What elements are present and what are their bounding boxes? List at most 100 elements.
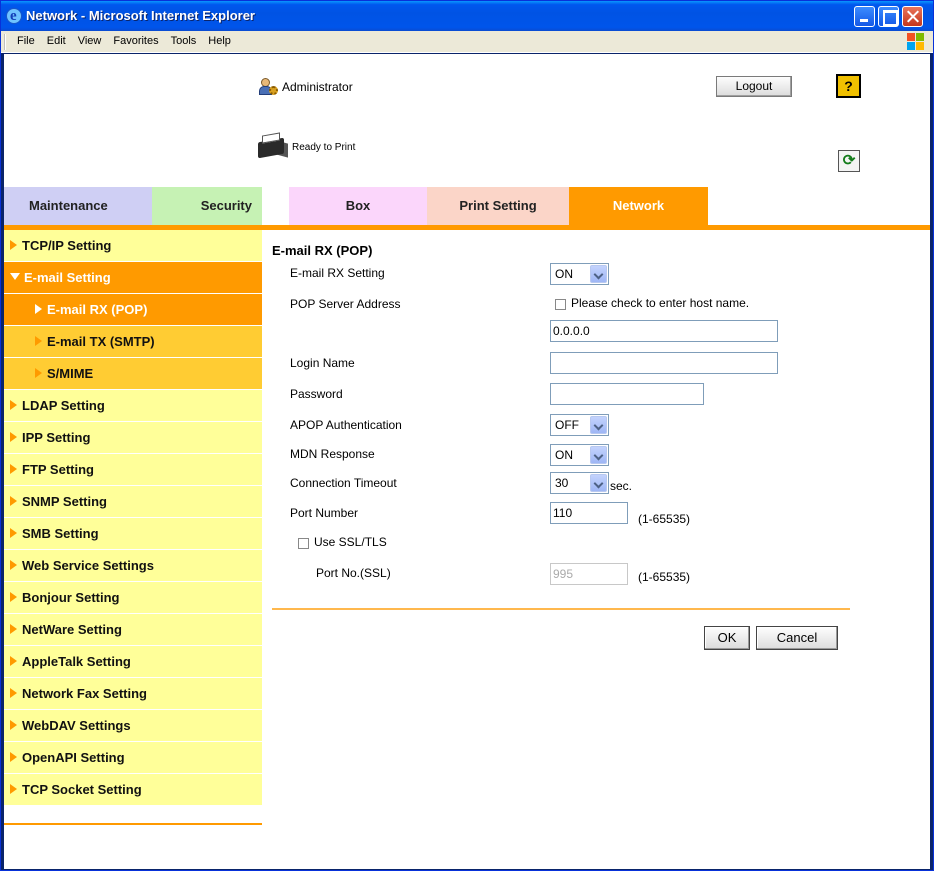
arrow-right-icon	[10, 432, 17, 442]
tab-security[interactable]: Security	[152, 187, 262, 225]
sidebar-item-tcpip[interactable]: TCP/IP Setting	[4, 230, 262, 262]
arrow-right-icon	[10, 784, 17, 794]
mdn-select[interactable]: ON	[550, 444, 609, 466]
page-content: Administrator Logout ? Ready to Print ⟳ …	[4, 54, 930, 869]
sidebar-item-ipp[interactable]: IPP Setting	[4, 422, 262, 454]
rx-setting-select[interactable]: ON	[550, 263, 609, 285]
timeout-select[interactable]: 30	[550, 472, 609, 494]
arrow-right-icon	[10, 752, 17, 762]
arrow-right-icon	[35, 336, 42, 346]
menu-bar: File Edit View Favorites Tools Help	[1, 31, 933, 53]
menu-file[interactable]: File	[11, 35, 41, 47]
window-title: Network - Microsoft Internet Explorer	[26, 8, 255, 23]
ssl-port-label: Port No.(SSL)	[316, 566, 391, 580]
sidebar-item-email-setting[interactable]: E-mail Setting	[4, 262, 262, 294]
port-range: (1-65535)	[638, 512, 691, 526]
arrow-down-icon	[10, 273, 20, 280]
sidebar-item-snmp[interactable]: SNMP Setting	[4, 486, 262, 518]
administrator-icon	[258, 77, 278, 97]
sidebar-item-smb[interactable]: SMB Setting	[4, 518, 262, 550]
page-title: E-mail RX (POP)	[272, 243, 373, 258]
ssl-port-input[interactable]: 995	[550, 563, 628, 585]
minimize-button[interactable]	[854, 6, 875, 27]
pop-server-label: POP Server Address	[290, 297, 401, 311]
ssl-port-range: (1-65535)	[638, 570, 691, 584]
timeout-label: Connection Timeout	[290, 476, 397, 490]
arrow-right-icon	[10, 464, 17, 474]
browser-window: e Network - Microsoft Internet Explorer …	[0, 0, 934, 871]
port-input[interactable]: 110	[550, 502, 628, 524]
arrow-right-icon	[10, 240, 17, 250]
form-divider	[272, 608, 850, 610]
apop-select[interactable]: OFF	[550, 414, 609, 436]
chevron-down-icon	[590, 474, 607, 492]
password-label: Password	[290, 387, 343, 401]
title-bar: e Network - Microsoft Internet Explorer	[1, 1, 933, 31]
printer-icon	[258, 132, 288, 160]
login-name-input[interactable]	[550, 352, 778, 374]
menu-view[interactable]: View	[72, 35, 108, 47]
arrow-right-icon	[10, 688, 17, 698]
arrow-right-icon	[10, 400, 17, 410]
login-name-label: Login Name	[290, 356, 355, 370]
admin-info: Administrator	[258, 77, 353, 97]
sidebar-item-openapi[interactable]: OpenAPI Setting	[4, 742, 262, 774]
arrow-right-icon	[35, 304, 42, 314]
chevron-down-icon	[590, 446, 607, 464]
rx-setting-label: E-mail RX Setting	[290, 266, 385, 280]
sidebar-item-email-rx-pop[interactable]: E-mail RX (POP)	[4, 294, 262, 326]
sidebar-item-appletalk[interactable]: AppleTalk Setting	[4, 646, 262, 678]
menu-tools[interactable]: Tools	[165, 35, 203, 47]
sidebar-item-web-service[interactable]: Web Service Settings	[4, 550, 262, 582]
tab-maintenance[interactable]: Maintenance	[4, 187, 152, 225]
help-button[interactable]: ?	[836, 74, 861, 98]
refresh-icon[interactable]: ⟳	[838, 150, 860, 172]
arrow-right-icon	[10, 496, 17, 506]
arrow-right-icon	[10, 720, 17, 730]
ssl-checkbox-label: Use SSL/TLS	[314, 535, 387, 549]
hostname-checkbox-label: Please check to enter host name.	[571, 296, 750, 310]
menu-edit[interactable]: Edit	[41, 35, 72, 47]
main-tabs: Maintenance Security Box Print Setting N…	[4, 187, 930, 226]
arrow-right-icon	[10, 528, 17, 538]
ssl-checkbox[interactable]	[298, 538, 309, 549]
hostname-checkbox[interactable]	[555, 299, 566, 310]
chevron-down-icon	[590, 416, 607, 434]
ok-button[interactable]: OK	[704, 626, 750, 650]
sidebar-item-tcp-socket[interactable]: TCP Socket Setting	[4, 774, 262, 806]
internet-explorer-icon: e	[6, 8, 22, 24]
arrow-right-icon	[10, 624, 17, 634]
sidebar-item-ldap[interactable]: LDAP Setting	[4, 390, 262, 422]
timeout-unit: sec.	[610, 479, 633, 493]
tab-box[interactable]: Box	[289, 187, 427, 225]
status-text: Ready to Print	[292, 141, 356, 153]
tab-print-setting[interactable]: Print Setting	[427, 187, 569, 225]
mdn-label: MDN Response	[290, 447, 375, 461]
windows-logo-icon	[907, 33, 925, 51]
close-button[interactable]	[902, 6, 923, 27]
device-status: Ready to Print	[258, 132, 356, 160]
maximize-button[interactable]	[878, 6, 899, 27]
sidebar: TCP/IP Setting E-mail Setting E-mail RX …	[4, 230, 262, 806]
arrow-right-icon	[10, 656, 17, 666]
sidebar-item-netware[interactable]: NetWare Setting	[4, 614, 262, 646]
port-label: Port Number	[290, 506, 359, 520]
arrow-right-icon	[10, 560, 17, 570]
sidebar-item-bonjour[interactable]: Bonjour Setting	[4, 582, 262, 614]
logout-button[interactable]: Logout	[716, 76, 792, 97]
arrow-right-icon	[35, 368, 42, 378]
sidebar-divider	[4, 823, 262, 825]
chevron-down-icon	[590, 265, 607, 283]
sidebar-item-smime[interactable]: S/MIME	[4, 358, 262, 390]
menu-favorites[interactable]: Favorites	[107, 35, 164, 47]
tab-network[interactable]: Network	[569, 187, 708, 225]
pop-server-input[interactable]: 0.0.0.0	[550, 320, 778, 342]
sidebar-item-ftp[interactable]: FTP Setting	[4, 454, 262, 486]
sidebar-item-network-fax[interactable]: Network Fax Setting	[4, 678, 262, 710]
menu-help[interactable]: Help	[202, 35, 237, 47]
sidebar-item-webdav[interactable]: WebDAV Settings	[4, 710, 262, 742]
password-input[interactable]	[550, 383, 704, 405]
cancel-button[interactable]: Cancel	[756, 626, 838, 650]
menu-grip	[4, 34, 6, 50]
sidebar-item-email-tx-smtp[interactable]: E-mail TX (SMTP)	[4, 326, 262, 358]
